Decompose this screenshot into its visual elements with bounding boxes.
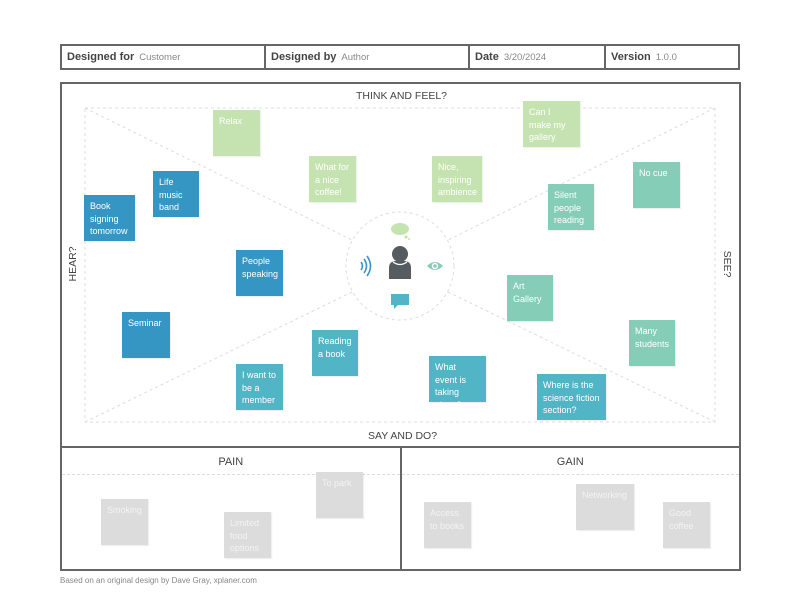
sticky-note-say-do[interactable]: Reading a book (312, 330, 358, 376)
pain-gain-area: PAIN GAIN (60, 446, 741, 571)
sticky-note-hear[interactable]: Seminar (122, 312, 170, 358)
sticky-note-think-feel[interactable]: Nice, inspiring ambience (432, 156, 482, 202)
sticky-note-see[interactable]: Many students (629, 320, 675, 366)
sticky-note-think-feel[interactable]: Relax (213, 110, 260, 156)
sticky-note-say-do[interactable]: Where is the science fiction section? (537, 374, 606, 420)
sticky-note-hear[interactable]: Book signing tomorrow (84, 195, 135, 241)
sticky-note-pain[interactable]: To park (316, 472, 363, 518)
sticky-note-say-do[interactable]: What event is taking place? (429, 356, 486, 410)
sticky-note-hear[interactable]: Life music band (153, 171, 199, 217)
see-title: SEE? (721, 250, 733, 278)
say-and-do-title: SAY AND DO? (368, 430, 438, 442)
sticky-note-think-feel[interactable]: Can I make my gallery event here? (523, 101, 580, 167)
sticky-note-pain[interactable]: Limited food options (224, 512, 271, 558)
sticky-note-pain[interactable]: Smoking (101, 499, 148, 545)
pain-title: PAIN (218, 456, 244, 468)
sticky-note-see[interactable]: No cue (633, 162, 680, 208)
attribution-footer: Based on an original design by Dave Gray… (60, 576, 257, 585)
sticky-note-say-do[interactable]: I want to be a member (236, 364, 283, 410)
sticky-note-hear[interactable]: People speaking (236, 250, 283, 296)
hear-title: HEAR? (67, 246, 79, 282)
sticky-note-gain[interactable]: Access to books (424, 502, 471, 548)
sticky-note-see[interactable]: Silent people reading (548, 184, 594, 230)
sticky-note-think-feel[interactable]: What for a nice coffee! (309, 156, 356, 202)
sticky-note-gain[interactable]: Networking (576, 484, 634, 530)
gain-divider (401, 474, 739, 475)
think-and-feel-title: THINK AND FEEL? (356, 90, 448, 102)
sticky-note-gain[interactable]: Good coffee (663, 502, 710, 548)
gain-title: GAIN (556, 456, 584, 468)
sticky-note-see[interactable]: Art Gallery (507, 275, 553, 321)
